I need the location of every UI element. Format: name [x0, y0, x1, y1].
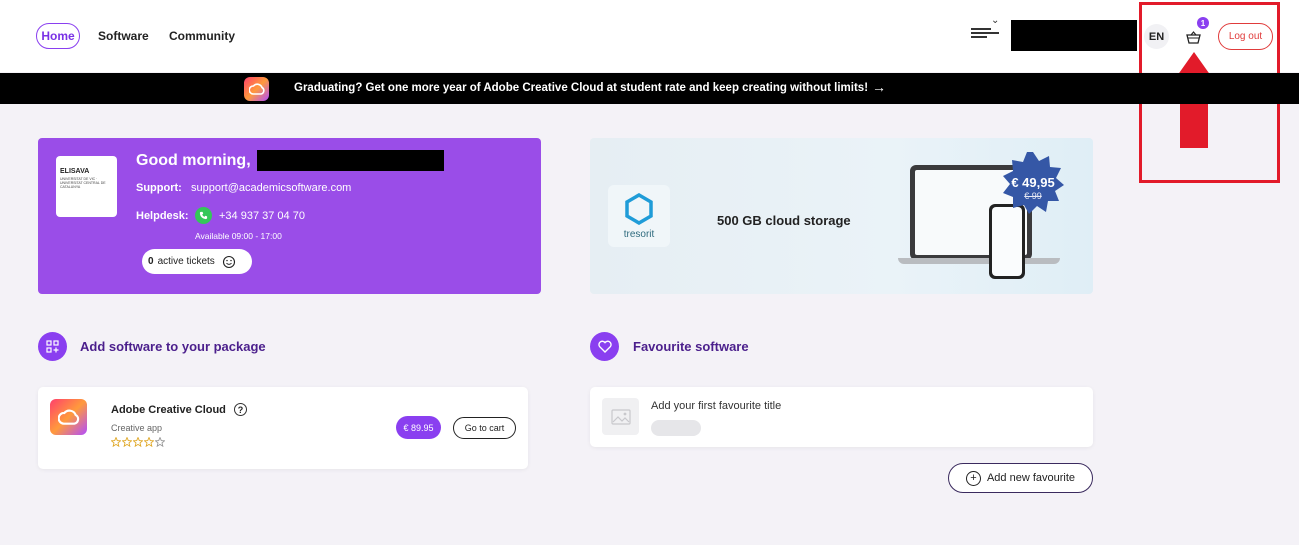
software-price-badge: € 89.95	[396, 416, 441, 439]
tresorit-promo-card[interactable]: tresorit 500 GB cloud storage € 49,95 € …	[590, 138, 1093, 294]
smiley-icon	[222, 255, 235, 268]
institution-logo-small[interactable]	[971, 28, 1001, 40]
creative-cloud-icon	[50, 399, 87, 435]
arrow-right-icon[interactable]: →	[872, 79, 886, 95]
institution-logo: ELISAVA UNIVERSITAT DE VIC · UNIVERSITAT…	[56, 156, 117, 217]
promo-headline: 500 GB cloud storage	[717, 213, 851, 228]
laptop-base	[898, 258, 1060, 264]
star-icon[interactable]	[111, 437, 121, 447]
top-header: Home Software Community ⌄ EN 1 Log out	[0, 0, 1299, 72]
heart-icon	[590, 332, 619, 361]
chevron-down-icon[interactable]: ⌄	[991, 15, 999, 26]
star-icon[interactable]	[155, 437, 165, 447]
helpdesk-phone[interactable]: +34 937 37 04 70	[219, 210, 305, 222]
add-new-favourite-button[interactable]: + Add new favourite	[948, 463, 1093, 493]
add-software-title: Add software to your package	[80, 339, 266, 354]
tickets-label: active tickets	[157, 256, 215, 267]
star-icon[interactable]	[122, 437, 132, 447]
nav-home[interactable]: Home	[36, 23, 80, 49]
greeting: Good morning,	[136, 152, 251, 169]
tresorit-hexagon-icon	[625, 192, 653, 225]
favourite-placeholder-card: Add your first favourite title	[590, 387, 1093, 447]
help-question-icon[interactable]: ?	[234, 403, 247, 416]
phone-icon[interactable]	[195, 207, 212, 224]
image-placeholder-icon	[602, 398, 639, 435]
creative-cloud-icon	[244, 77, 269, 101]
promo-price: € 49,95	[1011, 175, 1055, 190]
helpdesk-label: Helpdesk:	[136, 210, 189, 222]
institution-logo-subtext: UNIVERSITAT DE VIC · UNIVERSITAT CENTRAL…	[60, 177, 106, 189]
software-name[interactable]: Adobe Creative Cloud	[111, 404, 226, 416]
active-tickets-button[interactable]: 0 active tickets	[142, 249, 252, 274]
star-icon[interactable]	[133, 437, 143, 447]
software-category: Creative app	[111, 423, 163, 433]
promo-old-price: € 99	[1024, 191, 1042, 201]
support-email-link[interactable]: support@academicsoftware.com	[191, 182, 351, 194]
placeholder-pill	[651, 420, 701, 436]
support-label: Support:	[136, 182, 182, 194]
redacted-user-name	[1011, 20, 1137, 51]
add-new-favourite-label: Add new favourite	[986, 472, 1076, 484]
nav-community[interactable]: Community	[169, 29, 235, 43]
promo-banner[interactable]: Graduating? Get one more year of Adobe C…	[0, 73, 1299, 104]
favourite-software-title: Favourite software	[633, 339, 749, 354]
redacted-greeting-name	[257, 150, 444, 171]
software-card[interactable]: Adobe Creative Cloud ? Creative app € 89…	[38, 387, 528, 469]
phone-illustration	[989, 204, 1025, 279]
star-icon[interactable]	[144, 437, 154, 447]
helpdesk-availability: Available 09:00 - 17:00	[195, 231, 282, 241]
favourite-empty-text: Add your first favourite title	[651, 400, 782, 412]
promo-banner-text[interactable]: Graduating? Get one more year of Adobe C…	[294, 82, 868, 94]
tresorit-logo: tresorit	[608, 185, 670, 247]
nav-software[interactable]: Software	[98, 29, 149, 43]
tickets-count: 0	[148, 256, 154, 267]
institution-logo-name: ELISAVA	[60, 168, 90, 175]
apps-add-icon	[38, 332, 67, 361]
go-to-cart-button[interactable]: Go to cart	[453, 417, 516, 439]
rating-stars[interactable]	[111, 437, 165, 447]
welcome-card: ELISAVA UNIVERSITAT DE VIC · UNIVERSITAT…	[38, 138, 541, 294]
plus-circle-icon: +	[965, 470, 981, 486]
tresorit-brand-name: tresorit	[623, 228, 655, 240]
